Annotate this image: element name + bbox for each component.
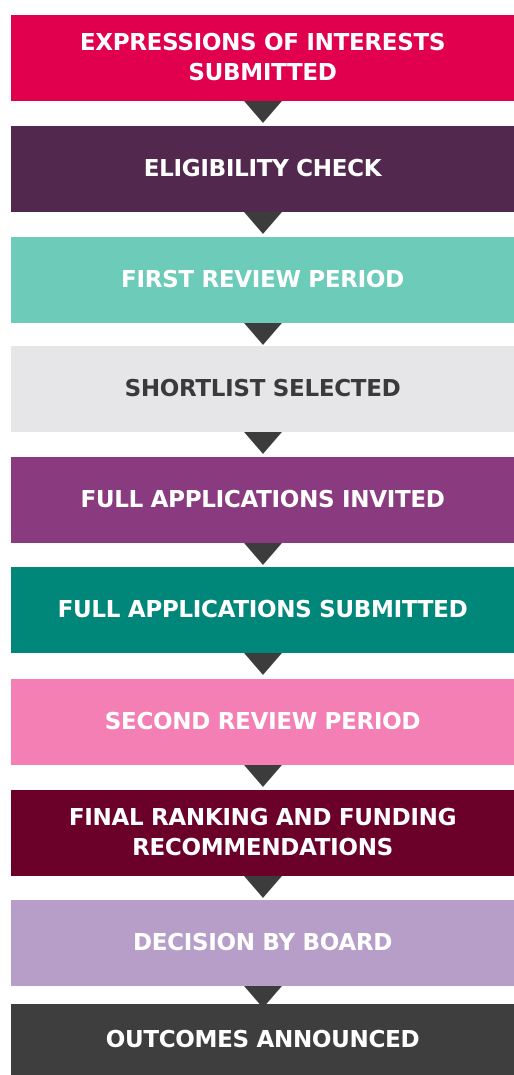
step-outcomes-announced: OUTCOMES ANNOUNCED bbox=[11, 1004, 514, 1075]
step-final-ranking: FINAL RANKING AND FUNDING RECOMMENDATION… bbox=[11, 790, 514, 876]
down-arrow-icon bbox=[244, 765, 282, 787]
step-decision-by-board: DECISION BY BOARD bbox=[11, 900, 514, 986]
down-arrow-icon bbox=[244, 212, 282, 234]
step-first-review-period: FIRST REVIEW PERIOD bbox=[11, 237, 514, 323]
down-arrow-icon bbox=[244, 543, 282, 565]
down-arrow-icon bbox=[244, 876, 282, 898]
step-full-applications-submitted: FULL APPLICATIONS SUBMITTED bbox=[11, 567, 514, 653]
step-eligibility-check: ELIGIBILITY CHECK bbox=[11, 126, 514, 212]
down-arrow-icon bbox=[244, 432, 282, 454]
down-arrow-icon bbox=[244, 653, 282, 675]
step-second-review-period: SECOND REVIEW PERIOD bbox=[11, 679, 514, 765]
step-full-applications-invited: FULL APPLICATIONS INVITED bbox=[11, 457, 514, 543]
down-arrow-icon bbox=[244, 323, 282, 345]
step-shortlist-selected: SHORTLIST SELECTED bbox=[11, 346, 514, 432]
step-expressions-of-interest: EXPRESSIONS OF INTERESTS SUBMITTED bbox=[11, 15, 514, 101]
down-arrow-icon bbox=[244, 101, 282, 123]
